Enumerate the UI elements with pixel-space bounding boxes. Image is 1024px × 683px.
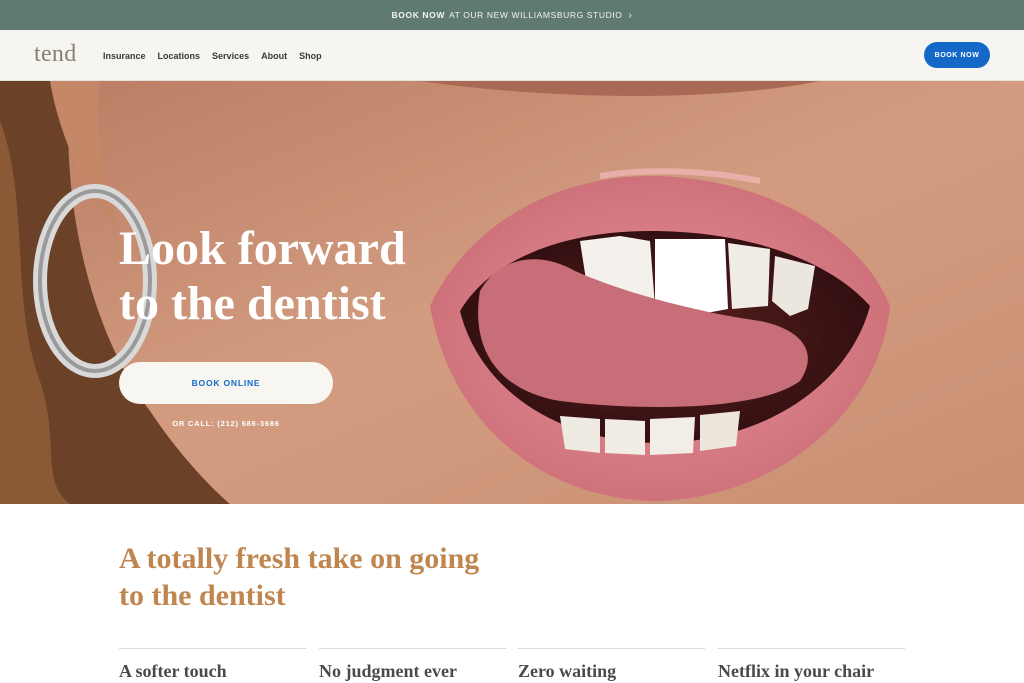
nav-link-about[interactable]: About (261, 51, 287, 61)
section-title-line-2: to the dentist (119, 579, 286, 612)
feature-title: A softer touch (119, 661, 227, 681)
main-nav: tend Insurance Locations Services About … (0, 30, 1024, 81)
feature-title: Zero waiting (518, 661, 617, 681)
feature-item-zero-waiting: Zero waiting (518, 648, 705, 683)
nav-link-services[interactable]: Services (212, 51, 249, 61)
feature-item-netflix: Netflix in your chair (718, 648, 905, 683)
announcement-bar[interactable]: BOOK NOW AT OUR NEW WILLIAMSBURG STUDIO … (0, 0, 1024, 30)
call-phone-link[interactable]: OR CALL: (212) 686-3686 (119, 419, 333, 428)
book-online-button[interactable]: BOOK ONLINE (119, 362, 333, 404)
feature-list: A softer touch No judgment ever Zero wai… (119, 648, 905, 683)
nav-link-locations[interactable]: Locations (158, 51, 201, 61)
chevron-right-icon: › (628, 9, 633, 21)
nav-link-insurance[interactable]: Insurance (103, 51, 146, 61)
feature-title: No judgment ever (319, 661, 457, 681)
feature-title: Netflix in your chair (718, 661, 875, 681)
hero-title-line-1: Look forward (119, 222, 406, 275)
section-title: A totally fresh take on going to the den… (119, 540, 479, 614)
announcement-text[interactable]: AT OUR NEW WILLIAMSBURG STUDIO (449, 10, 623, 20)
section-title-line-1: A totally fresh take on going (119, 542, 480, 575)
hero: Look forward to the dentist BOOK ONLINE … (0, 81, 1024, 504)
logo[interactable]: tend (34, 41, 77, 68)
feature-item-softer-touch: A softer touch (119, 648, 306, 683)
hero-title-line-2: to the dentist (119, 277, 386, 330)
feature-item-no-judgment: No judgment ever (319, 648, 506, 683)
announcement-bold[interactable]: BOOK NOW (392, 10, 445, 20)
nav-link-shop[interactable]: Shop (299, 51, 322, 61)
nav-links: Insurance Locations Services About Shop (103, 51, 322, 61)
book-now-button[interactable]: BOOK NOW (924, 42, 990, 68)
hero-title: Look forward to the dentist (119, 221, 406, 331)
